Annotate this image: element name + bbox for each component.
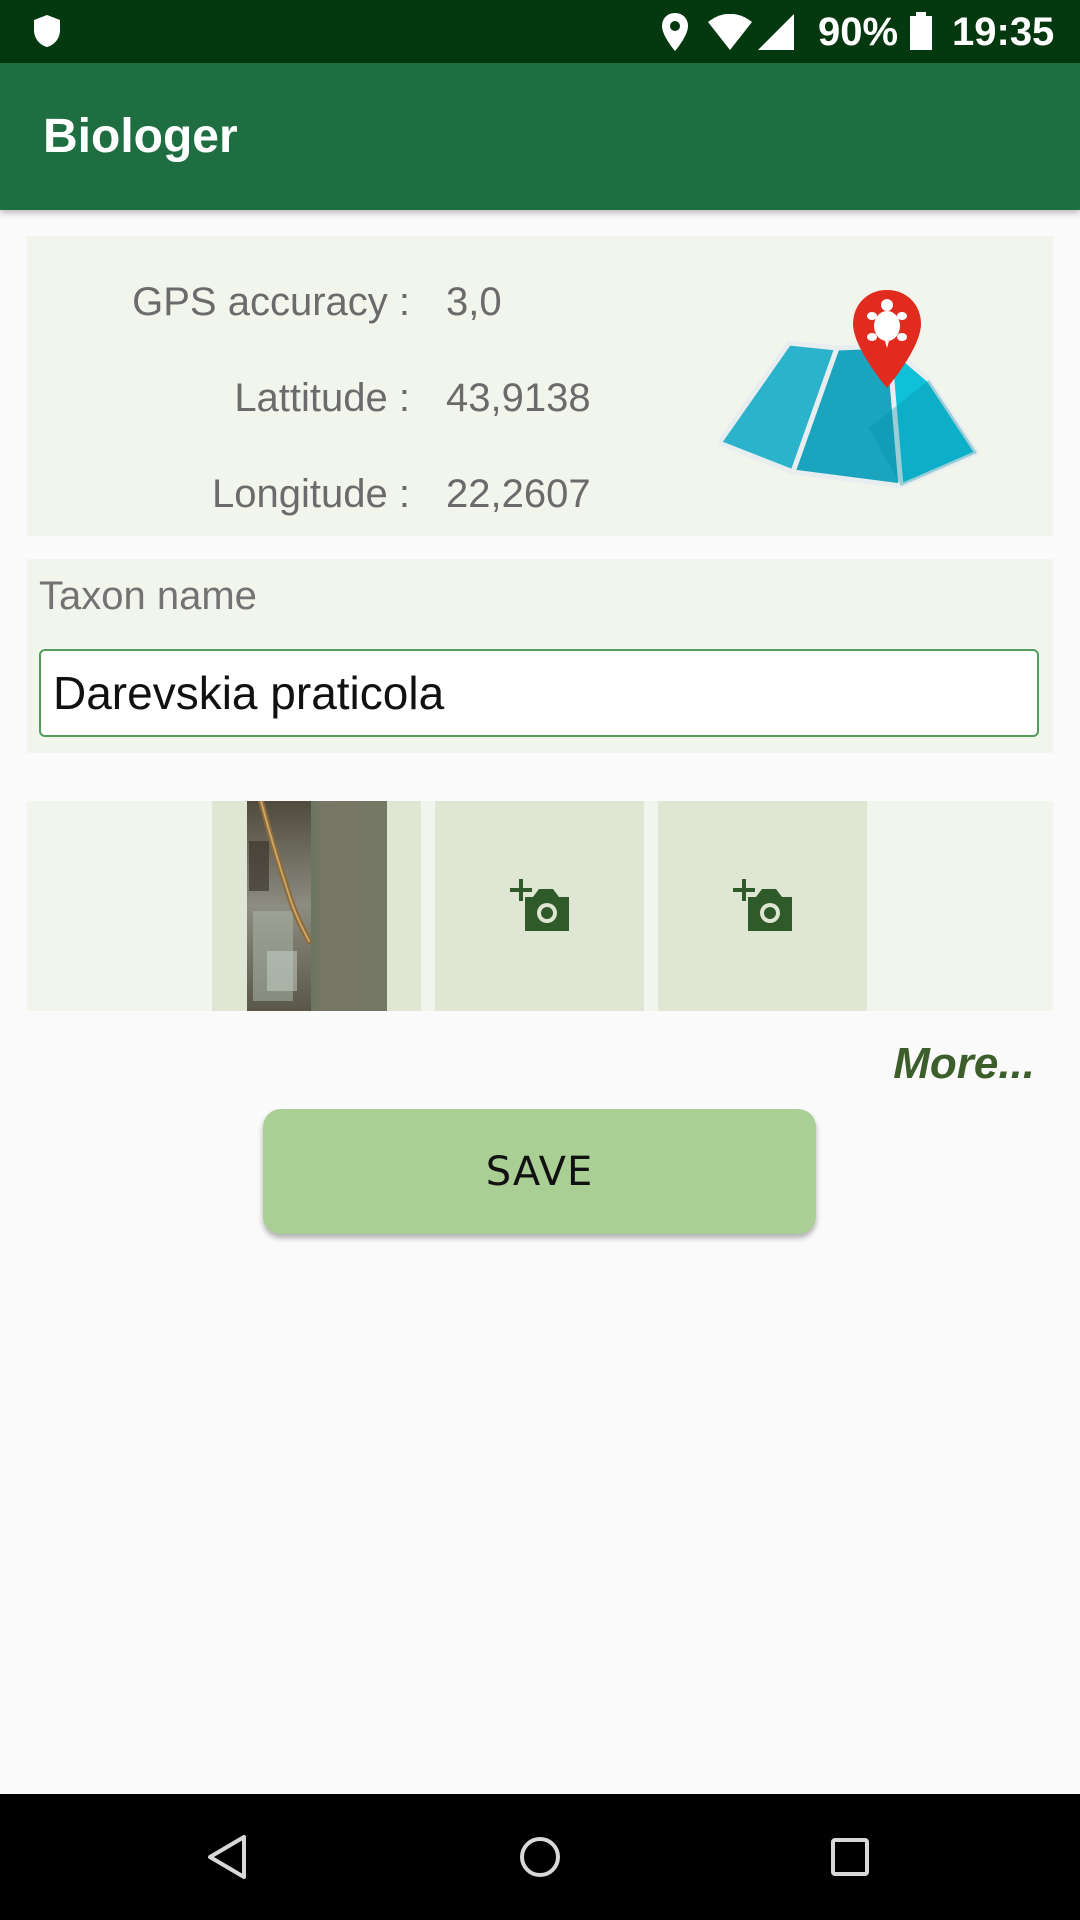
latitude-value: 43,9138 <box>446 376 591 420</box>
app-bar: Biologer <box>0 63 1080 210</box>
status-bar: 90% 19:35 <box>0 0 1080 63</box>
taxon-name-label: Taxon name <box>39 574 257 618</box>
add-photo-icon[interactable] <box>732 875 794 933</box>
back-icon[interactable] <box>200 1829 256 1885</box>
shield-icon <box>34 15 60 47</box>
latitude-row: Lattitude : 43,9138 <box>27 368 627 428</box>
app-title: Biologer <box>43 110 238 163</box>
wifi-icon <box>708 14 752 50</box>
gps-accuracy-value: 3,0 <box>446 280 502 324</box>
map-pin-turtle-icon[interactable] <box>719 288 979 488</box>
location-icon <box>662 13 688 51</box>
navigation-bar <box>0 1794 1080 1920</box>
add-photo-slot-2[interactable] <box>435 801 644 1011</box>
battery-percent: 90% <box>818 10 899 54</box>
gps-accuracy-label: GPS accuracy : <box>132 280 410 324</box>
recents-icon[interactable] <box>822 1829 878 1885</box>
save-button[interactable]: SAVE <box>263 1109 816 1234</box>
taxon-name-input[interactable] <box>39 649 1039 737</box>
photo-thumbnail[interactable] <box>247 801 387 1011</box>
status-clock: 19:35 <box>952 10 1055 54</box>
latitude-label: Lattitude : <box>234 376 410 420</box>
cell-signal-icon <box>758 14 794 50</box>
gps-accuracy-row: GPS accuracy : 3,0 <box>27 272 627 332</box>
gps-panel: GPS accuracy : 3,0 Lattitude : 43,9138 L… <box>27 236 1053 536</box>
battery-icon <box>910 12 932 50</box>
photos-panel <box>27 801 1053 1011</box>
longitude-value: 22,2607 <box>446 472 591 516</box>
taxon-panel: Taxon name <box>27 559 1053 753</box>
longitude-row: Longitude : 22,2607 <box>27 464 627 524</box>
add-photo-slot-3[interactable] <box>658 801 867 1011</box>
more-link[interactable]: More... <box>893 1036 1035 1092</box>
add-photo-icon[interactable] <box>509 875 571 933</box>
photo-slot-1[interactable] <box>212 801 421 1011</box>
home-icon[interactable] <box>512 1829 568 1885</box>
longitude-label: Longitude : <box>212 472 410 516</box>
